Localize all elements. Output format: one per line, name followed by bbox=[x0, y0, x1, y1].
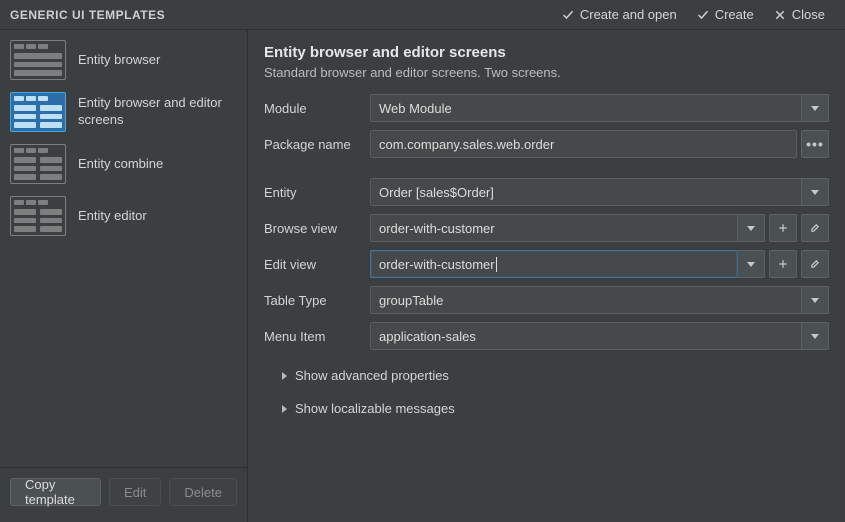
create-label: Create bbox=[715, 7, 754, 22]
module-select[interactable]: Web Module bbox=[370, 94, 801, 122]
table-type-label: Table Type bbox=[264, 293, 364, 308]
browse-view-add-button[interactable] bbox=[769, 214, 797, 242]
module-label: Module bbox=[264, 101, 364, 116]
module-value: Web Module bbox=[379, 101, 452, 116]
edit-view-input[interactable]: order-with-customer bbox=[370, 250, 737, 278]
chevron-down-icon bbox=[811, 106, 819, 111]
edit-view-label: Edit view bbox=[264, 257, 364, 272]
titlebar: GENERIC UI TEMPLATES Create and open Cre… bbox=[0, 0, 845, 30]
sidebar-item-label: Entity browser and editor screens bbox=[78, 95, 237, 129]
sidebar-item-entity-browser-and-editor[interactable]: Entity browser and editor screens bbox=[0, 86, 247, 138]
entity-value: Order [sales$Order] bbox=[379, 185, 494, 200]
delete-template-button[interactable]: Delete bbox=[169, 478, 237, 506]
show-localizable-toggle[interactable]: Show localizable messages bbox=[282, 401, 829, 416]
edit-template-button[interactable]: Edit bbox=[109, 478, 161, 506]
pencil-icon bbox=[810, 259, 820, 269]
menu-item-label: Menu Item bbox=[264, 329, 364, 344]
package-label: Package name bbox=[264, 137, 364, 152]
menu-item-dropdown-button[interactable] bbox=[801, 322, 829, 350]
templates-sidebar: Entity browser Entity browser and editor… bbox=[0, 30, 248, 522]
chevron-down-icon bbox=[811, 190, 819, 195]
create-button[interactable]: Create bbox=[687, 0, 764, 30]
template-icon bbox=[10, 92, 66, 132]
sidebar-item-entity-browser[interactable]: Entity browser bbox=[0, 34, 247, 86]
pencil-icon bbox=[810, 223, 820, 233]
show-localizable-label: Show localizable messages bbox=[295, 401, 455, 416]
plus-icon bbox=[778, 223, 788, 233]
sidebar-footer: Copy template Edit Delete bbox=[0, 467, 247, 518]
show-advanced-toggle[interactable]: Show advanced properties bbox=[282, 368, 829, 383]
caret-right-icon bbox=[282, 372, 287, 380]
menu-item-value: application-sales bbox=[379, 329, 476, 344]
caret-right-icon bbox=[282, 405, 287, 413]
browse-view-input[interactable] bbox=[370, 214, 737, 242]
sidebar-item-label: Entity combine bbox=[78, 156, 163, 173]
table-type-select[interactable]: groupTable bbox=[370, 286, 801, 314]
entity-label: Entity bbox=[264, 185, 364, 200]
chevron-down-icon bbox=[747, 226, 755, 231]
check-icon bbox=[562, 9, 574, 21]
entity-select[interactable]: Order [sales$Order] bbox=[370, 178, 801, 206]
sidebar-item-entity-combine[interactable]: Entity combine bbox=[0, 138, 247, 190]
text-cursor bbox=[496, 257, 497, 272]
chevron-down-icon bbox=[811, 334, 819, 339]
window-title: GENERIC UI TEMPLATES bbox=[10, 8, 165, 22]
chevron-down-icon bbox=[811, 298, 819, 303]
edit-view-edit-button[interactable] bbox=[801, 250, 829, 278]
show-advanced-label: Show advanced properties bbox=[295, 368, 449, 383]
check-icon bbox=[697, 9, 709, 21]
close-button[interactable]: Close bbox=[764, 0, 835, 30]
template-icon bbox=[10, 40, 66, 80]
browse-view-label: Browse view bbox=[264, 221, 364, 236]
create-and-open-label: Create and open bbox=[580, 7, 677, 22]
edit-view-add-button[interactable] bbox=[769, 250, 797, 278]
template-icon bbox=[10, 144, 66, 184]
close-icon bbox=[774, 9, 786, 21]
browse-view-dropdown-button[interactable] bbox=[737, 214, 765, 242]
table-type-value: groupTable bbox=[379, 293, 443, 308]
table-type-dropdown-button[interactable] bbox=[801, 286, 829, 314]
sidebar-item-label: Entity editor bbox=[78, 208, 147, 225]
edit-view-value: order-with-customer bbox=[379, 257, 495, 272]
main-panel: Entity browser and editor screens Standa… bbox=[248, 30, 845, 522]
sidebar-item-entity-editor[interactable]: Entity editor bbox=[0, 190, 247, 242]
chevron-down-icon bbox=[747, 262, 755, 267]
ellipsis-icon: ••• bbox=[806, 137, 824, 151]
browse-view-edit-button[interactable] bbox=[801, 214, 829, 242]
package-input[interactable] bbox=[370, 130, 797, 158]
panel-description: Standard browser and editor screens. Two… bbox=[264, 65, 829, 80]
create-and-open-button[interactable]: Create and open bbox=[552, 0, 687, 30]
package-browse-button[interactable]: ••• bbox=[801, 130, 829, 158]
entity-dropdown-button[interactable] bbox=[801, 178, 829, 206]
copy-template-button[interactable]: Copy template bbox=[10, 478, 101, 506]
edit-view-dropdown-button[interactable] bbox=[737, 250, 765, 278]
plus-icon bbox=[778, 259, 788, 269]
template-icon bbox=[10, 196, 66, 236]
menu-item-select[interactable]: application-sales bbox=[370, 322, 801, 350]
sidebar-item-label: Entity browser bbox=[78, 52, 160, 69]
module-dropdown-button[interactable] bbox=[801, 94, 829, 122]
panel-heading: Entity browser and editor screens bbox=[264, 44, 829, 61]
close-label: Close bbox=[792, 7, 825, 22]
